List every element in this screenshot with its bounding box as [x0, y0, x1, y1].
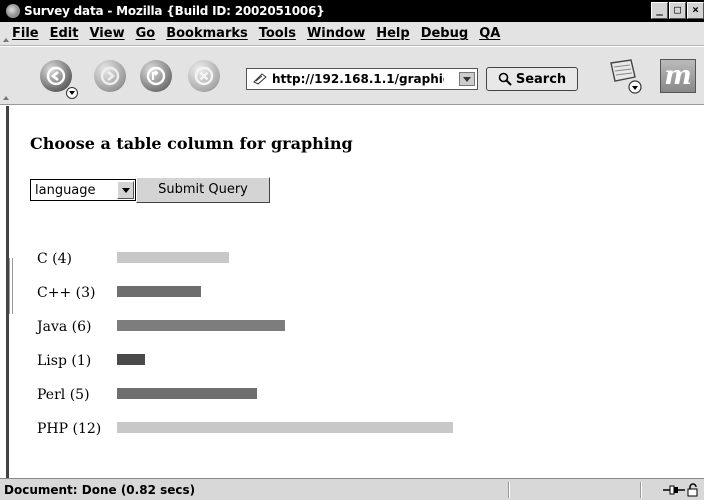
bar	[117, 320, 285, 331]
bar-label: PHP (12)	[37, 421, 102, 437]
menubar-grip[interactable]	[0, 22, 12, 45]
search-icon	[498, 72, 512, 86]
page-heading: Choose a table column for graphing	[30, 134, 353, 153]
url-history-dropdown-icon[interactable]	[459, 72, 475, 86]
url-bar[interactable]: http://192.168.1.1/graphics	[246, 68, 478, 90]
security-lock-icon[interactable]	[686, 483, 700, 497]
menu-edit[interactable]: Edit	[50, 26, 79, 41]
column-select[interactable]: language	[30, 179, 136, 201]
sidebar-grip[interactable]	[9, 258, 13, 314]
bar-label: C++ (3)	[37, 285, 96, 301]
bar	[117, 286, 201, 297]
bar	[117, 422, 453, 433]
menu-view[interactable]: View	[89, 26, 124, 41]
menu-go[interactable]: Go	[136, 26, 156, 41]
menu-tools[interactable]: Tools	[259, 26, 296, 41]
window-controls: _ □ ×	[650, 2, 704, 19]
menu-bookmarks[interactable]: Bookmarks	[166, 26, 248, 41]
toolbar-grip[interactable]	[3, 96, 9, 100]
forward-button[interactable]	[94, 60, 126, 92]
back-history-dropdown-icon[interactable]	[66, 87, 78, 99]
column-select-value: language	[35, 182, 96, 198]
reload-button[interactable]	[140, 60, 172, 92]
bar-label: C (4)	[37, 251, 72, 267]
menu-debug[interactable]: Debug	[421, 26, 468, 41]
navigation-toolbar: http://192.168.1.1/graphics Search m	[0, 47, 704, 105]
chevron-down-icon[interactable]	[117, 181, 134, 199]
online-plug-icon[interactable]	[662, 483, 686, 497]
status-bar: Document: Done (0.82 secs)	[0, 478, 704, 500]
minimize-button[interactable]: _	[651, 2, 668, 19]
stop-button[interactable]	[188, 60, 220, 92]
mozilla-app-icon	[6, 4, 20, 18]
back-button[interactable]	[40, 60, 72, 92]
mail-throbber-icon[interactable]	[605, 57, 645, 95]
search-label: Search	[515, 71, 567, 87]
bar	[117, 388, 257, 399]
status-text: Document: Done (0.82 secs)	[4, 482, 196, 497]
menu-file[interactable]: File	[12, 26, 39, 41]
title-bar: Survey data - Mozilla {Build ID: 2002051…	[0, 0, 704, 22]
page-proxy-icon[interactable]	[253, 73, 267, 85]
submit-query-button[interactable]: Submit Query	[136, 177, 270, 203]
menu-bar: File Edit View Go Bookmarks Tools Window…	[0, 22, 704, 46]
forward-arrow-icon	[100, 66, 120, 86]
mozilla-logo-icon[interactable]: m	[660, 59, 696, 93]
status-divider	[640, 482, 642, 498]
menu-window[interactable]: Window	[307, 26, 365, 41]
bar-label: Perl (5)	[37, 387, 90, 403]
close-button[interactable]: ×	[687, 2, 704, 19]
window-title: Survey data - Mozilla {Build ID: 2002051…	[24, 4, 325, 18]
bar	[117, 252, 229, 263]
back-arrow-icon	[46, 66, 66, 86]
menu-qa[interactable]: QA	[479, 26, 500, 41]
bar	[117, 354, 145, 365]
url-text[interactable]: http://192.168.1.1/graphics	[272, 72, 444, 86]
stop-icon	[194, 66, 214, 86]
bar-label: Lisp (1)	[37, 353, 92, 369]
maximize-button[interactable]: □	[669, 2, 686, 19]
reload-icon	[146, 66, 166, 86]
status-icons	[662, 483, 700, 497]
bar-label: Java (6)	[37, 319, 92, 335]
search-button[interactable]: Search	[486, 67, 578, 91]
status-divider	[508, 482, 510, 498]
menu-help[interactable]: Help	[376, 26, 409, 41]
